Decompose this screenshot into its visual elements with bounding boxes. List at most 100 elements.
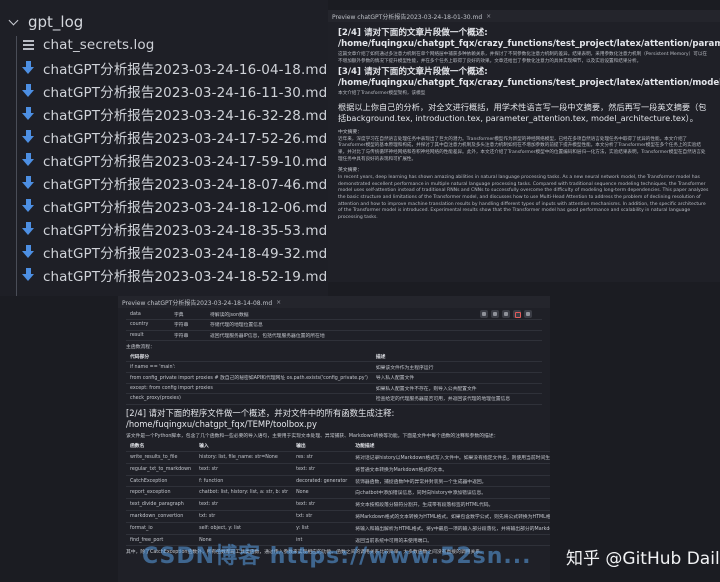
table-cell: 字符串: [170, 319, 206, 331]
file-item[interactable]: chatGPT分析报告2023-03-24-17-52-26.md: [0, 125, 328, 148]
table-row: CatchException f: function decorated: gene…: [126, 475, 550, 488]
table-header-cell: 输入: [195, 439, 293, 453]
file-item[interactable]: chatGPT分析报告2023-03-24-16-04-18.md: [0, 56, 328, 79]
markdown-file-icon: [22, 198, 35, 213]
file-item[interactable]: chatGPT分析报告2023-03-24-18-35-53.md: [0, 217, 328, 240]
preview-tab-label: Preview chatGPT分析报告2023-03-24-18-01-30.m…: [332, 13, 483, 21]
table-cell: history: list, file_name: str=None: [195, 451, 293, 464]
file-item[interactable]: chatGPT分析报告2023-03-24-16-32-28.md: [0, 102, 328, 125]
table-cell: 存储代理的地理位置信息: [206, 319, 542, 331]
file-item[interactable]: chatGPT分析报告2023-03-24-16-11-30.md: [0, 79, 328, 102]
table-cell: from config_private import proxies # 放自己…: [126, 372, 372, 384]
table-cell: 将普通文本转换为Markdown格式的文本。: [351, 463, 550, 476]
file-name: chatGPT分析报告2023-03-24-16-32-28.md: [43, 107, 328, 124]
table-row: report_exception chatbot: list, history: …: [126, 486, 550, 500]
table-row: if name == 'main': 如果该文件作为主程序运行: [126, 361, 542, 373]
copy-icon[interactable]: [502, 310, 510, 318]
table-cell: f: function: [195, 475, 293, 488]
table-cell: 装饰器函数，捕捉函数f中的异常并封装到一个生成器中返回。: [351, 475, 550, 488]
markdown-file-icon: [22, 83, 35, 98]
cn-abstract-label: 中文摘要：: [338, 129, 362, 135]
table-cell: 将对话记录history以Markdown格式写入文件中。如果没有指定文件名，则…: [351, 451, 550, 464]
table-cell: 如果该文件作为主程序运行: [371, 361, 542, 373]
code-table: 代码部分 描述 if name == 'main': 如果该文件作为主程序运行 fro…: [126, 351, 542, 405]
table-header-cell: 功能描述: [351, 439, 550, 453]
main-flow-label: 主函数流程：: [126, 345, 155, 351]
preview-tab[interactable]: Preview chatGPT分析报告2023-03-24-18-01-30.m…: [328, 10, 720, 22]
table-cell: self: object, y: list: [195, 522, 293, 535]
markdown-file-icon: [22, 175, 35, 190]
markdown-file-icon: [22, 129, 35, 144]
table-cell: chatbot: list, history: list, a: str, b:…: [195, 486, 293, 500]
table-row: except: from config import proxies 如果私人配置…: [126, 383, 542, 395]
table-cell: y: list: [292, 522, 352, 535]
file-item[interactable]: chatGPT分析报告2023-03-24-17-59-10.md: [0, 148, 328, 171]
table-row: format_io self: object, y: list y: list 将输入…: [126, 522, 550, 535]
preview-toolbar: [480, 310, 532, 318]
table-cell: 检查给定的代理服务器是否可用，并返回该代理的地理位置信息: [371, 393, 542, 405]
table-row: check_proxy(proxies) 检查给定的代理服务器是否可用，并返回该代…: [126, 393, 542, 405]
table-cell: data: [126, 309, 170, 321]
table-cell: 字符串: [170, 330, 206, 342]
markdown-preview-pane-1: Preview chatGPT分析报告2023-03-24-18-01-30.m…: [328, 10, 720, 282]
table-row: text_divide_paragraph text: str text: str 将…: [126, 498, 550, 512]
file-list: chat_secrets.log chatGPT分析报告2023-03-24-16…: [0, 33, 328, 286]
section-paragraph: 这篇文章介绍了如何通过多注意力机制在单个网络层中捕获多种依赖关系，并探讨了不同参…: [338, 52, 708, 64]
table-row: from config_private import proxies # 放自己…: [126, 372, 542, 384]
table-cell: regular_txt_to_markdown: [126, 463, 196, 476]
table-cell: 字典: [170, 309, 206, 321]
table-row: write_results_to_file history: list, file…: [126, 451, 550, 464]
folder-name: gpt_log: [28, 13, 84, 31]
file-explorer: gpt_log chat_secrets.log chatGPT分析报告2023-…: [0, 0, 328, 296]
copy-icon[interactable]: [491, 310, 499, 318]
file-item[interactable]: chat_secrets.log: [0, 33, 328, 56]
table-cell: check_proxy(proxies): [126, 393, 372, 405]
file-name: chat_secrets.log: [43, 36, 155, 53]
table-cell: write_results_to_file: [126, 451, 196, 464]
table-header-row: 代码部分 描述: [126, 351, 542, 363]
markdown-file-icon: [22, 60, 35, 75]
file-name: chatGPT分析报告2023-03-24-18-07-46.md: [43, 176, 328, 193]
table-header-row: 函数名 输入 输出 功能描述: [126, 439, 550, 453]
table-cell: 返回代理服务器IP信息，包括代理服务器位置的所在地: [206, 330, 542, 342]
en-abstract-label: 英文摘要：: [338, 168, 362, 174]
en-abstract: In recent years, deep learning has shown…: [338, 175, 709, 220]
table-cell: CatchException: [126, 475, 196, 488]
folder-row-gpt-log[interactable]: gpt_log: [0, 9, 328, 35]
close-icon[interactable]: ×: [486, 13, 491, 20]
table-header-cell: 代码部分: [126, 351, 372, 363]
file-item[interactable]: chatGPT分析报告2023-03-24-18-52-19.md: [0, 263, 328, 286]
table-cell: 将Markdown格式的文本转换为HTML格式。如果包含数学公式，则先将公式转换…: [351, 510, 550, 523]
preview-tab[interactable]: Preview chatGPT分析报告2023-03-24-18-14-08.m…: [118, 296, 550, 308]
csdn-watermark: CSDN博客 https://www.52sn...: [142, 544, 532, 569]
table-cell: if name == 'main':: [126, 361, 372, 373]
table-cell: 导入私人配置文件: [371, 372, 542, 384]
table-row: markdown_convertion txt: str txt: str 将Mark…: [126, 510, 550, 523]
file-name: chatGPT分析报告2023-03-24-18-12-06.md: [43, 199, 328, 216]
file-name: chatGPT分析报告2023-03-24-16-04-18.md: [43, 61, 328, 78]
chevron-down-icon[interactable]: [6, 9, 22, 35]
copy-icon[interactable]: [524, 310, 532, 318]
file-item[interactable]: chatGPT分析报告2023-03-24-18-49-32.md: [0, 240, 328, 263]
table-cell: 如果私人配置文件不存在，则导入公共配置文件: [371, 383, 542, 395]
table-cell: text: str: [195, 498, 293, 512]
prompt-heading: 根据以上你自己的分析，对全文进行概括，用学术性语言写一段中文摘要，然后再写一段英…: [338, 101, 707, 124]
table-header-cell: 函数名: [126, 439, 196, 453]
copy-icon[interactable]: [480, 310, 488, 318]
file-item[interactable]: chatGPT分析报告2023-03-24-18-12-06.md: [0, 194, 328, 217]
table-cell: txt: str: [292, 510, 352, 523]
table-cell: 将文本按照段落分隔符分割开，生成带有段落标签的HTML代码。: [351, 498, 550, 512]
close-icon[interactable]: ×: [276, 299, 281, 306]
table-cell: text: str: [292, 498, 352, 512]
table-cell: text_divide_paragraph: [126, 498, 196, 512]
section-paragraph: 本文介绍了Transformer模型架构，该模型: [338, 91, 426, 97]
table-row: result 字符串 返回代理服务器IP信息，包括代理服务器位置的所在地: [126, 330, 542, 342]
table-cell: markdown_convertion: [126, 510, 196, 523]
stop-icon[interactable]: [513, 310, 521, 318]
markdown-file-icon: [22, 244, 35, 259]
table-cell: except: from config import proxies: [126, 383, 372, 395]
file-item[interactable]: chatGPT分析报告2023-03-24-18-07-46.md: [0, 171, 328, 194]
table-cell: text: str: [195, 463, 293, 476]
markdown-file-icon: [22, 152, 35, 167]
table-cell: 将输入和输出解析为HTML格式。将y中最后一项的输入部分段落化，并将输出部分的M…: [351, 522, 550, 535]
